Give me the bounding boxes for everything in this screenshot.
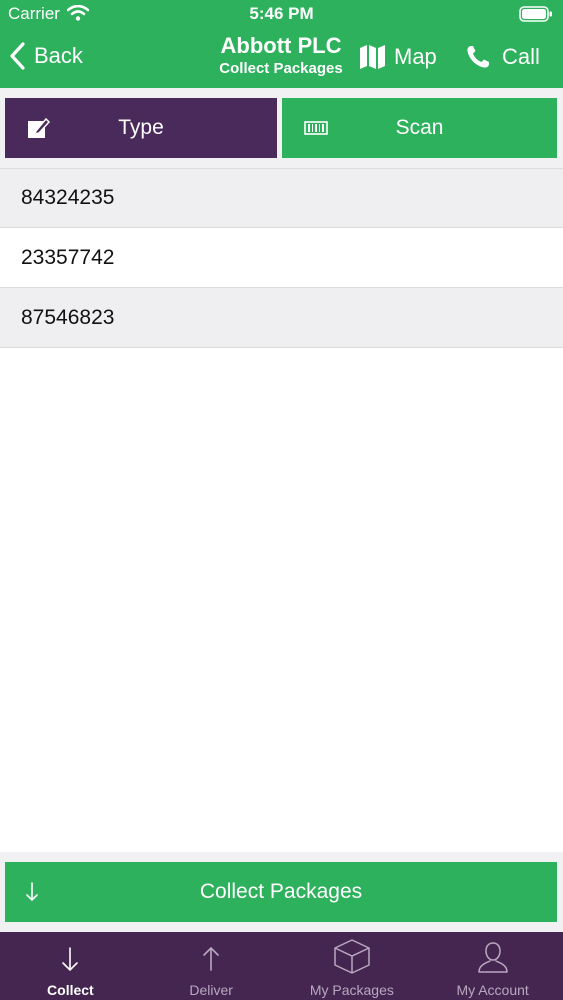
action-bar: Collect Packages (0, 852, 563, 932)
tab-deliver[interactable]: Deliver (141, 932, 282, 1000)
page-subtitle: Collect Packages (219, 60, 343, 77)
collect-packages-label: Collect Packages (199, 880, 363, 903)
tab-label: My Account (456, 982, 529, 998)
tab-label: Deliver (189, 982, 233, 998)
person-icon (477, 942, 508, 973)
call-button[interactable]: Call (466, 38, 540, 76)
map-label: Map (394, 44, 437, 69)
phone-icon (467, 46, 489, 68)
back-button[interactable]: Back (8, 36, 83, 76)
page-title: Abbott PLC (220, 33, 342, 58)
package-list: 84324235 23357742 87546823 (0, 168, 563, 348)
call-label: Call (502, 44, 540, 69)
scan-label: Scan (395, 116, 444, 139)
package-number: 84324235 (21, 186, 115, 209)
scan-button[interactable]: Scan (282, 98, 557, 158)
package-number: 87546823 (21, 305, 115, 329)
back-label: Back (34, 43, 83, 68)
barcode-icon (304, 121, 328, 135)
tab-my-packages[interactable]: My Packages (282, 932, 423, 1000)
chevron-left-icon (10, 42, 25, 70)
arrow-down-icon (26, 882, 38, 902)
map-button[interactable]: Map (359, 38, 437, 76)
header: Carrier 5:46 PM Back Abbott PLC Collect … (0, 0, 563, 88)
list-item[interactable]: 23357742 (0, 228, 563, 288)
type-label: Type (118, 116, 164, 139)
list-item[interactable]: 87546823 (0, 288, 563, 348)
collect-packages-button[interactable]: Collect Packages (5, 862, 557, 922)
list-item[interactable]: 84324235 (0, 168, 563, 228)
tab-bar: Collect Deliver My Packages My Account (0, 932, 563, 1000)
map-icon (360, 45, 385, 69)
mode-bar: Type Scan (0, 88, 563, 168)
type-button[interactable]: Type (5, 98, 277, 158)
screen: Carrier 5:46 PM Back Abbott PLC Collect … (0, 0, 563, 1000)
edit-icon (28, 117, 51, 138)
package-number: 23357742 (21, 245, 115, 269)
arrow-down-icon (62, 947, 79, 972)
tab-label: Collect (47, 982, 94, 998)
tab-my-account[interactable]: My Account (422, 932, 563, 1000)
tab-label: My Packages (309, 982, 394, 998)
box-icon (334, 939, 370, 974)
battery-icon (519, 6, 552, 22)
nav-title: Abbott PLC Collect Packages (196, 33, 366, 79)
tab-collect[interactable]: Collect (0, 932, 141, 1000)
arrow-up-icon (203, 946, 219, 971)
status-time: 5:46 PM (249, 4, 314, 23)
